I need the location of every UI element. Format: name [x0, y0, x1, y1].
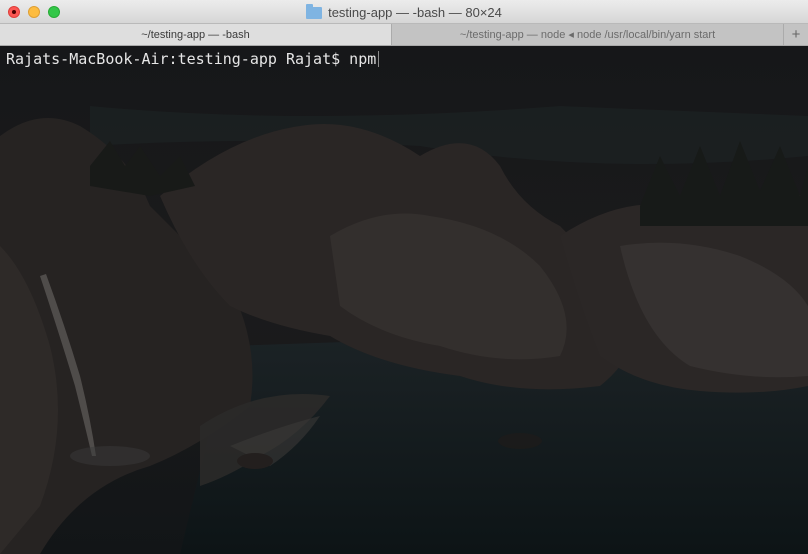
- terminal-output[interactable]: Rajats-MacBook-Air:testing-app Rajat$ np…: [6, 50, 380, 68]
- title-bar[interactable]: testing-app — -bash — 80×24: [0, 0, 808, 24]
- shell-prompt: Rajats-MacBook-Air:testing-app Rajat$: [6, 50, 350, 68]
- tab-bash-label: ~/testing-app — -bash: [141, 28, 250, 41]
- plus-icon: +: [791, 26, 801, 43]
- command-input[interactable]: npm: [349, 50, 376, 68]
- window-title: testing-app — -bash — 80×24: [328, 4, 502, 20]
- new-tab-button[interactable]: +: [784, 24, 808, 45]
- tab-node-label: ~/testing-app — node ◂ node /usr/local/b…: [459, 29, 716, 41]
- folder-icon: [306, 4, 323, 19]
- terminal-view[interactable]: Rajats-MacBook-Air:testing-app Rajat$ np…: [0, 46, 808, 554]
- tab-bar: ~/testing-app — -bash ~/testing-app — no…: [0, 24, 808, 46]
- tab-bash[interactable]: ~/testing-app — -bash: [0, 24, 392, 45]
- window-title-group: testing-app — -bash — 80×24: [0, 0, 808, 24]
- terminal-window: testing-app — -bash — 80×24 ~/testing-ap…: [0, 0, 808, 554]
- desktop-background-image: [0, 46, 808, 554]
- text-cursor: [378, 51, 380, 67]
- tab-node[interactable]: ~/testing-app — node ◂ node /usr/local/b…: [392, 24, 784, 45]
